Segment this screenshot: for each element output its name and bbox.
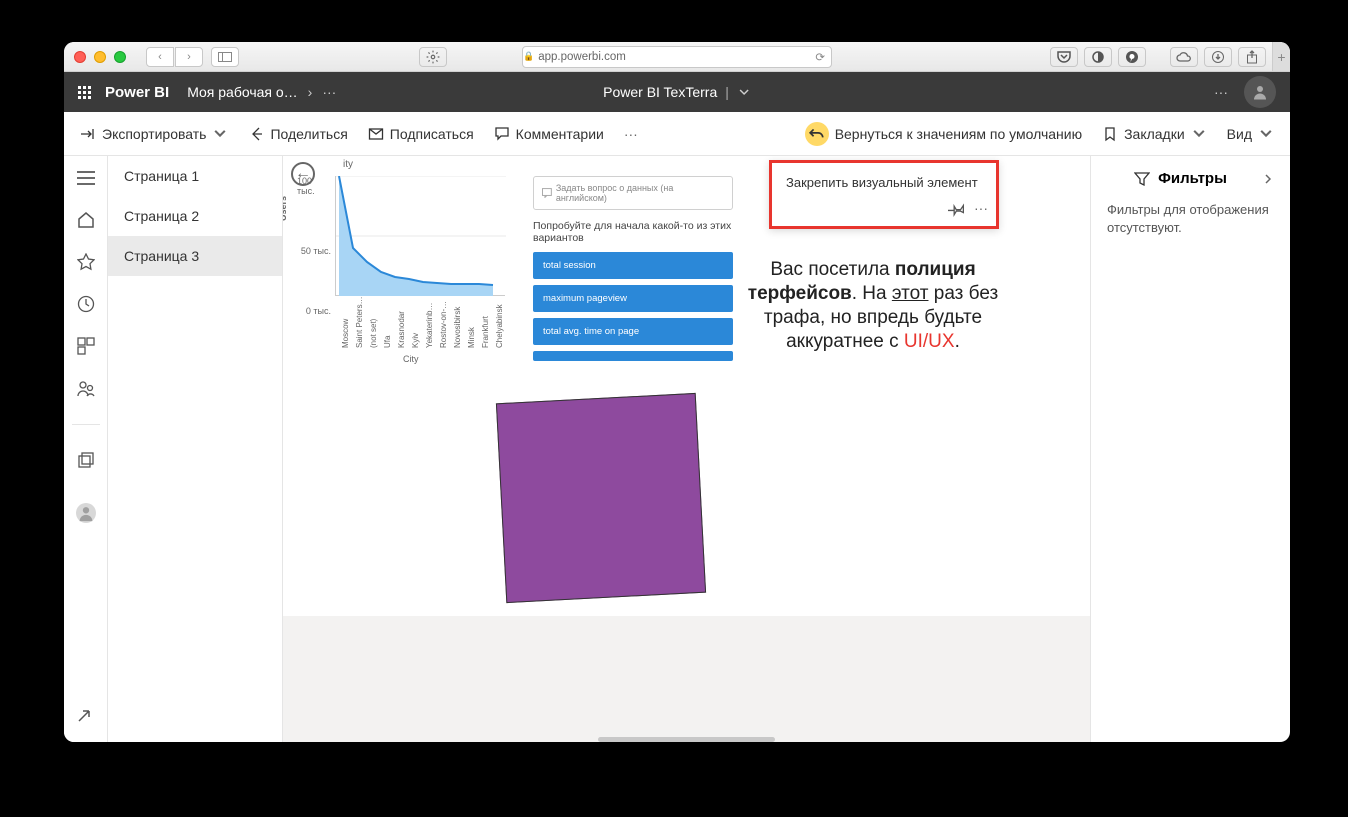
header-more-icon[interactable]: ···: [1214, 84, 1228, 100]
qna-prompt: Попробуйте для начала какой-то из этих в…: [533, 220, 733, 244]
reset-button[interactable]: Вернуться к значениям по умолчанию: [805, 122, 1082, 146]
filters-pane: Фильтры Фильтры для отображения отсутств…: [1090, 156, 1290, 742]
qna-visual[interactable]: Задать вопрос о данных (на английском) П…: [533, 176, 733, 386]
workspace-breadcrumb[interactable]: Моя рабочая о…: [187, 84, 297, 100]
view-button[interactable]: Вид: [1227, 126, 1274, 142]
y-axis: 100 тыс. 50 тыс. 0 тыс.: [297, 176, 331, 316]
share-icon[interactable]: [1238, 47, 1266, 67]
powerbi-header: Power BI Моя рабочая о… › ··· Power BI T…: [64, 72, 1290, 112]
canvas-page: ← ity Users 100 тыс. 50 тыс. 0 тыс.: [283, 156, 1090, 616]
pin-icon[interactable]: [948, 200, 966, 218]
filters-header: Фильтры: [1107, 170, 1274, 187]
url-text: app.powerbi.com: [538, 51, 626, 63]
main-area: Страница 1 Страница 2 Страница 3 ← ity U…: [64, 156, 1290, 742]
filter-icon: [1134, 171, 1150, 187]
address-bar[interactable]: 🔒 app.powerbi.com ⟳: [522, 46, 832, 68]
downloads-icon[interactable]: [1204, 47, 1232, 67]
area-chart[interactable]: ity Users 100 тыс. 50 тыс. 0 тыс.: [283, 156, 523, 376]
nav-buttons: ‹ ›: [146, 47, 239, 67]
settings-button[interactable]: [419, 47, 447, 67]
qna-suggestion-2[interactable]: maximum pageview: [533, 285, 733, 312]
bookmarks-button[interactable]: Закладки: [1102, 126, 1207, 142]
nav-rail: [64, 156, 108, 742]
more-actions-icon[interactable]: ···: [624, 126, 638, 142]
brand-label: Power BI: [105, 84, 169, 101]
reload-icon[interactable]: ⟳: [815, 50, 825, 64]
home-icon[interactable]: [76, 210, 96, 230]
more-breadcrumb-icon[interactable]: ···: [322, 84, 336, 100]
comments-button[interactable]: Комментарии: [494, 126, 604, 142]
minimize-window-button[interactable]: [94, 51, 106, 63]
chevron-down-icon: [1258, 126, 1274, 142]
x-axis-label: City: [403, 354, 419, 364]
x-axis: Moscow Saint Peters… (not set) Ufa Krasn…: [335, 298, 505, 358]
expand-icon[interactable]: [76, 708, 96, 728]
page-item-3[interactable]: Страница 3: [108, 236, 282, 276]
apps-icon[interactable]: [76, 336, 96, 356]
workspaces-icon[interactable]: [76, 451, 96, 471]
menu-icon[interactable]: [76, 168, 96, 188]
chart-plot: [335, 176, 505, 296]
action-bar: Экспортировать Поделиться Подписаться Ко…: [64, 112, 1290, 156]
filters-empty-text: Фильтры для отображения отсутствуют.: [1107, 201, 1274, 237]
avatar[interactable]: [1244, 76, 1276, 108]
maximize-window-button[interactable]: [114, 51, 126, 63]
qna-input[interactable]: Задать вопрос о данных (на английском): [533, 176, 733, 210]
qna-suggestion-3[interactable]: total avg. time on page: [533, 318, 733, 345]
pinterest-icon[interactable]: [1118, 47, 1146, 67]
cloud-icon[interactable]: [1170, 47, 1198, 67]
app-launcher-icon[interactable]: [78, 86, 91, 99]
page-item-1[interactable]: Страница 1: [108, 156, 282, 196]
forward-button[interactable]: ›: [175, 47, 203, 67]
qna-suggestion-4[interactable]: [533, 351, 733, 361]
qna-suggestion-1[interactable]: total session: [533, 252, 733, 279]
my-workspace-icon[interactable]: [76, 503, 96, 523]
back-button[interactable]: ‹: [146, 47, 174, 67]
new-tab-button[interactable]: +: [1272, 42, 1290, 71]
horizontal-scrollbar[interactable]: [598, 737, 776, 742]
meme-text: Вас посетила полиция терфейсов. На этот …: [733, 258, 1013, 354]
y-axis-label: Users: [283, 196, 288, 221]
lock-icon: 🔒: [523, 51, 534, 62]
report-title: Power BI TexTerra |: [603, 84, 751, 100]
purple-shape[interactable]: [496, 393, 706, 603]
export-button[interactable]: Экспортировать: [80, 126, 228, 142]
pin-tooltip: Закрепить визуальный элемент ···: [769, 160, 999, 229]
tooltip-text: Закрепить визуальный элемент: [786, 175, 982, 190]
toolbar-right: [1050, 47, 1266, 67]
page-list: Страница 1 Страница 2 Страница 3: [108, 156, 283, 742]
ext1-icon[interactable]: [1084, 47, 1112, 67]
chevron-down-icon[interactable]: [737, 85, 751, 99]
tooltip-more-icon[interactable]: ···: [974, 200, 988, 216]
browser-window: ‹ › 🔒 app.powerbi.com ⟳ + Power BI: [64, 42, 1290, 742]
chevron-right-icon: ›: [308, 84, 313, 100]
share-button[interactable]: Поделиться: [248, 126, 347, 142]
chevron-down-icon: [1191, 126, 1207, 142]
report-canvas: ← ity Users 100 тыс. 50 тыс. 0 тыс.: [283, 156, 1090, 742]
sidebar-toggle-button[interactable]: [211, 47, 239, 67]
chart-title: ity: [343, 159, 353, 170]
close-window-button[interactable]: [74, 51, 86, 63]
undo-icon: [805, 122, 829, 146]
page-item-2[interactable]: Страница 2: [108, 196, 282, 236]
pocket-icon[interactable]: [1050, 47, 1078, 67]
favorites-icon[interactable]: [76, 252, 96, 272]
recent-icon[interactable]: [76, 294, 96, 314]
browser-titlebar: ‹ › 🔒 app.powerbi.com ⟳ +: [64, 42, 1290, 72]
window-controls: [74, 51, 126, 63]
subscribe-button[interactable]: Подписаться: [368, 126, 474, 142]
shared-icon[interactable]: [76, 378, 96, 398]
chevron-down-icon: [212, 126, 228, 142]
chevron-right-icon[interactable]: [1262, 173, 1274, 185]
